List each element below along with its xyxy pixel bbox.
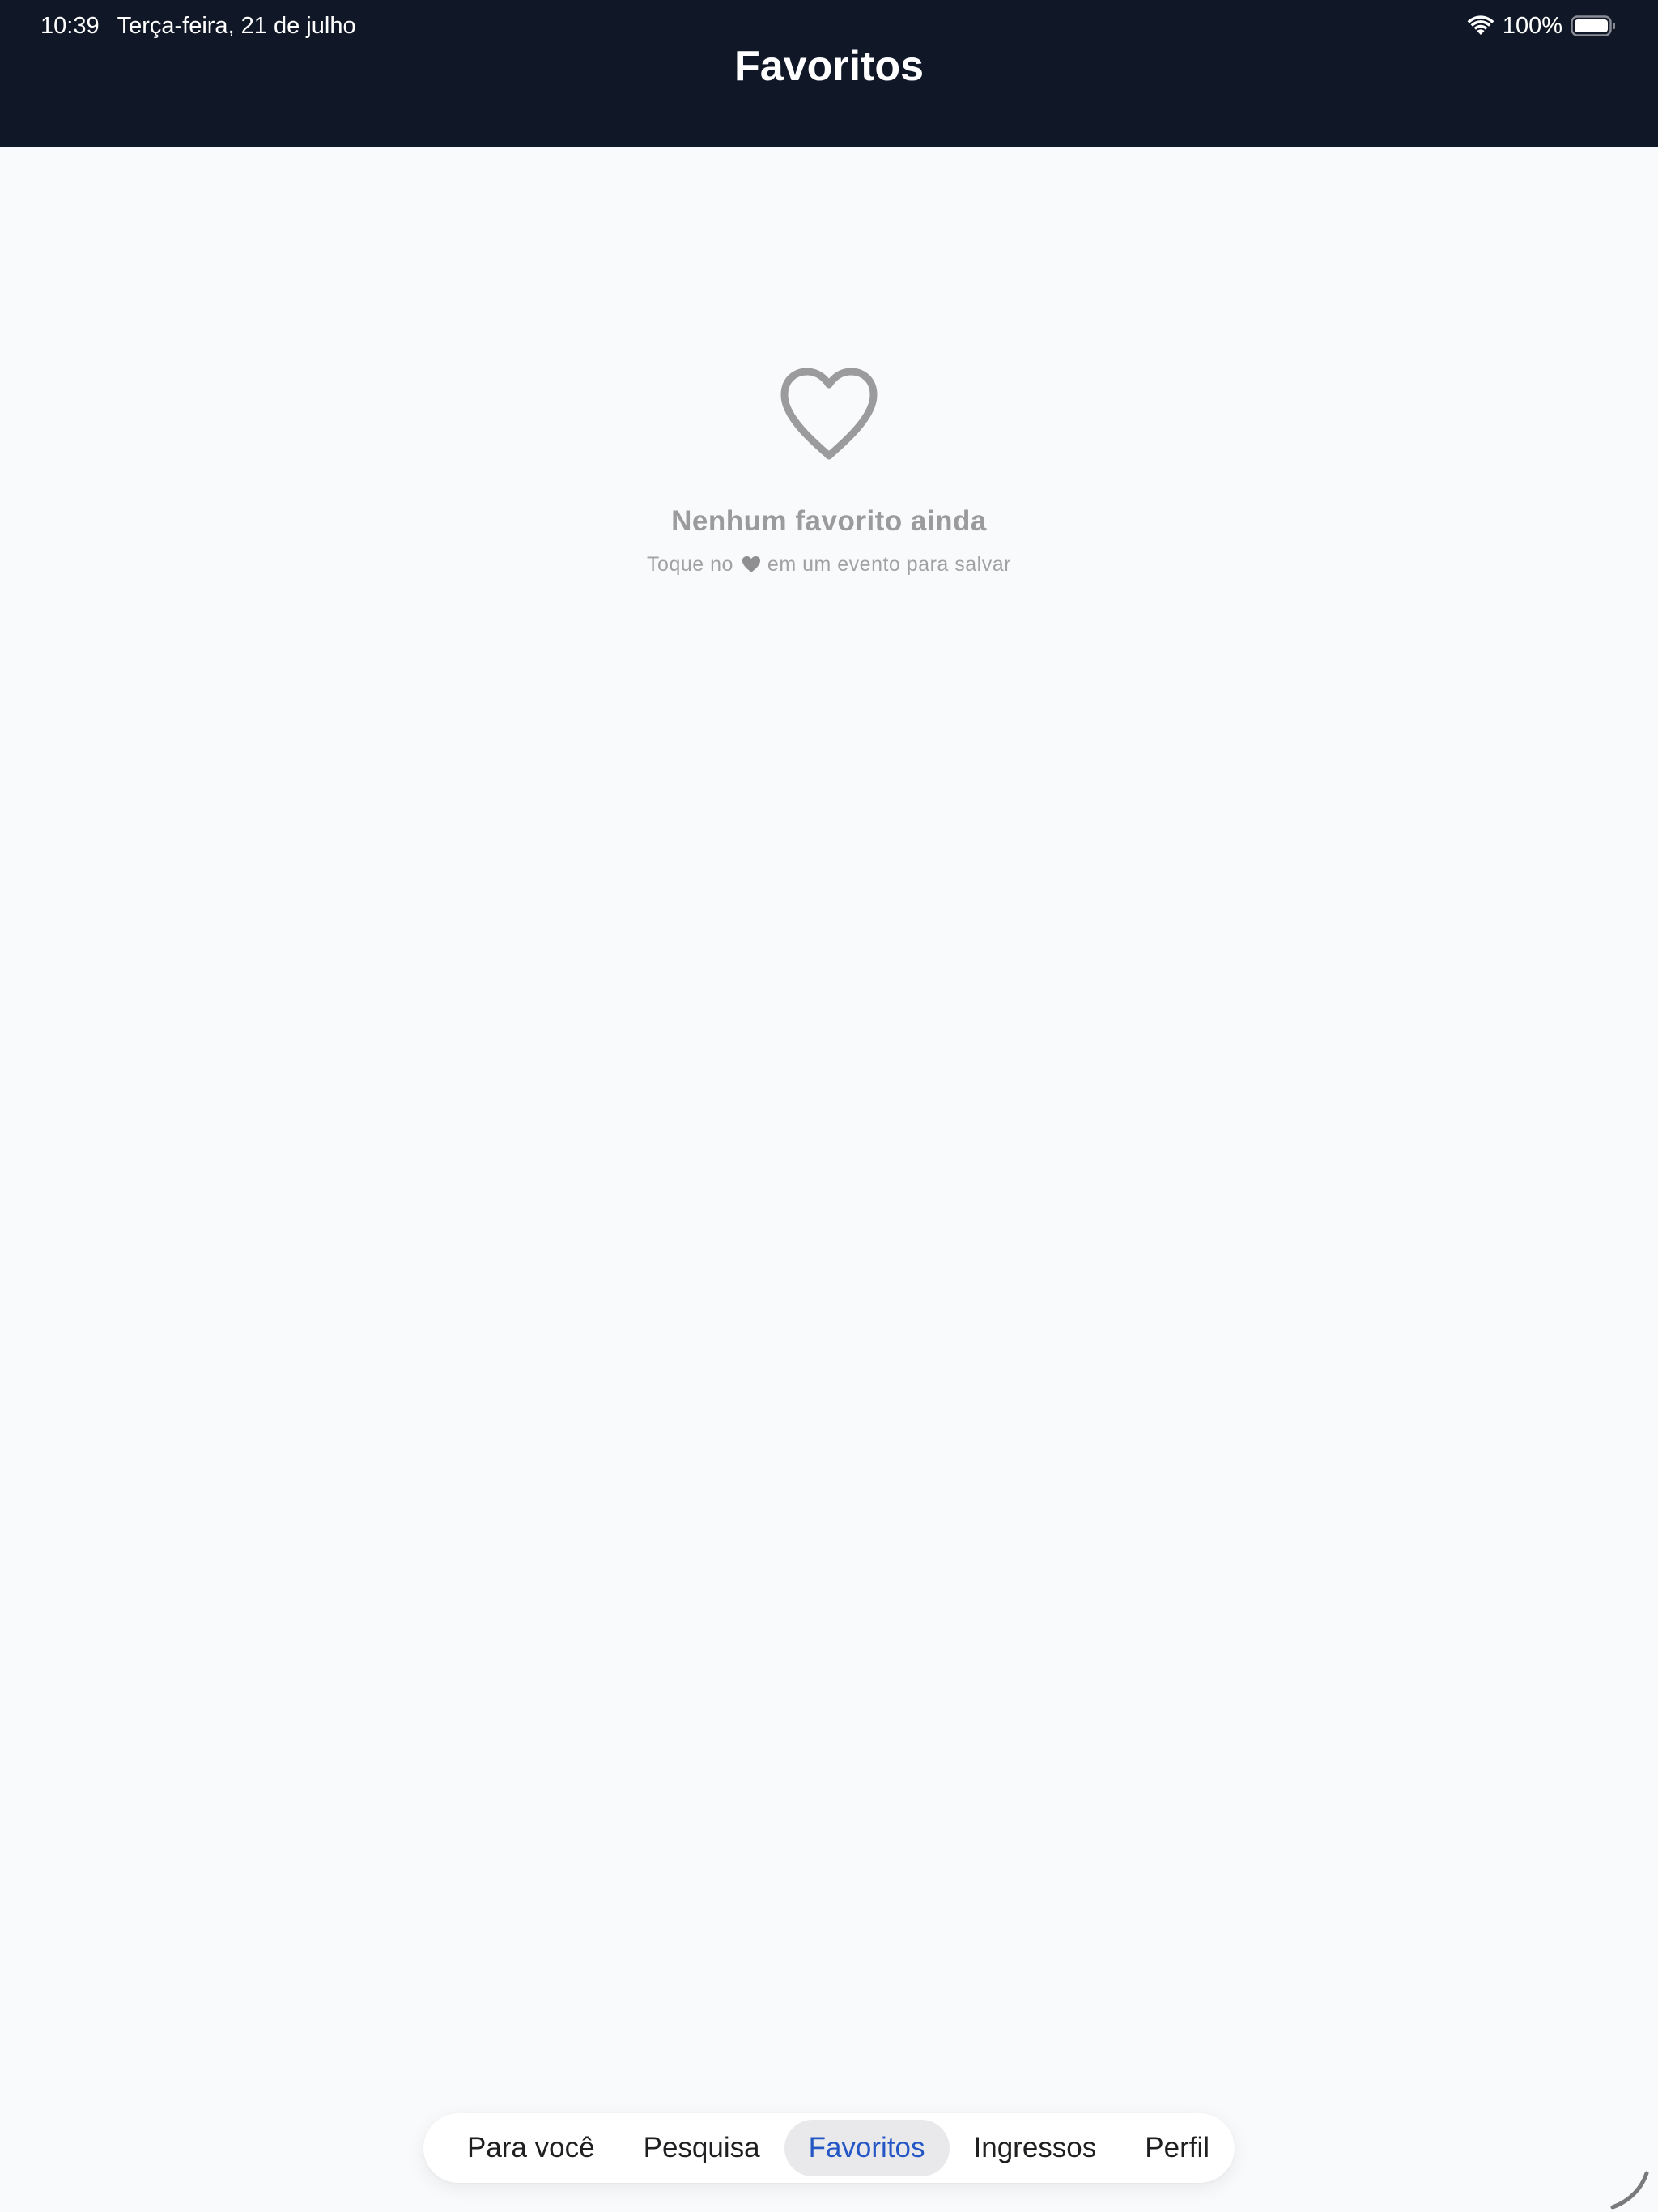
- empty-state-subtitle: Toque no em um evento para salvar: [0, 551, 1658, 578]
- navigation-header: 10:39 Terça-feira, 21 de julho 100% Favo…: [0, 0, 1658, 147]
- tab-favoritos[interactable]: Favoritos: [784, 2120, 950, 2176]
- subtitle-text-after: em um evento para salvar: [767, 553, 1011, 576]
- heart-icon: [742, 556, 760, 572]
- tab-pesquisa[interactable]: Pesquisa: [619, 2120, 784, 2176]
- empty-state-title: Nenhum favorito ainda: [671, 505, 987, 537]
- status-bar-right: 100%: [1467, 11, 1616, 40]
- subtitle-text-before: Toque no: [647, 553, 733, 576]
- battery-percentage: 100%: [1502, 12, 1562, 39]
- status-time: 10:39: [40, 12, 100, 39]
- empty-state: Nenhum favorito ainda Toque no em um eve…: [0, 364, 1658, 578]
- tab-ingressos[interactable]: Ingressos: [950, 2120, 1121, 2176]
- page-title: Favoritos: [733, 43, 925, 90]
- heart-outline-icon: [780, 368, 878, 460]
- status-bar-left: 10:39 Terça-feira, 21 de julho: [40, 11, 356, 40]
- wifi-icon: [1467, 15, 1494, 35]
- tab-bar: Para você Pesquisa Favoritos Ingressos P…: [423, 2113, 1235, 2183]
- battery-icon: [1571, 15, 1615, 36]
- status-date: Terça-feira, 21 de julho: [117, 12, 356, 39]
- tab-para-voce[interactable]: Para você: [443, 2120, 619, 2176]
- tab-perfil[interactable]: Perfil: [1120, 2120, 1234, 2176]
- corner-grabber-icon[interactable]: [1608, 2168, 1652, 2210]
